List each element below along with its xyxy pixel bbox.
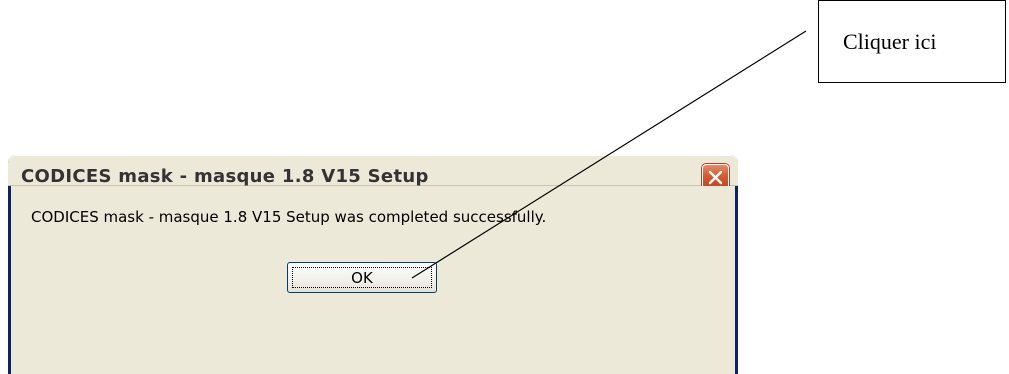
dialog-body: CODICES mask - masque 1.8 V15 Setup was … [11, 186, 735, 374]
completion-message: CODICES mask - masque 1.8 V15 Setup was … [31, 208, 547, 226]
ok-button[interactable]: OK [287, 262, 437, 293]
callout-text: Cliquer ici [843, 28, 937, 54]
dialog-title: CODICES mask - masque 1.8 V15 Setup [21, 166, 429, 187]
ok-button-label: OK [351, 268, 373, 287]
close-icon [708, 170, 723, 185]
annotation-callout: Cliquer ici [818, 0, 1006, 83]
dialog-titlebar[interactable]: CODICES mask - masque 1.8 V15 Setup [8, 155, 738, 191]
setup-complete-dialog: CODICES mask - masque 1.8 V15 Setup CODI… [8, 155, 738, 374]
